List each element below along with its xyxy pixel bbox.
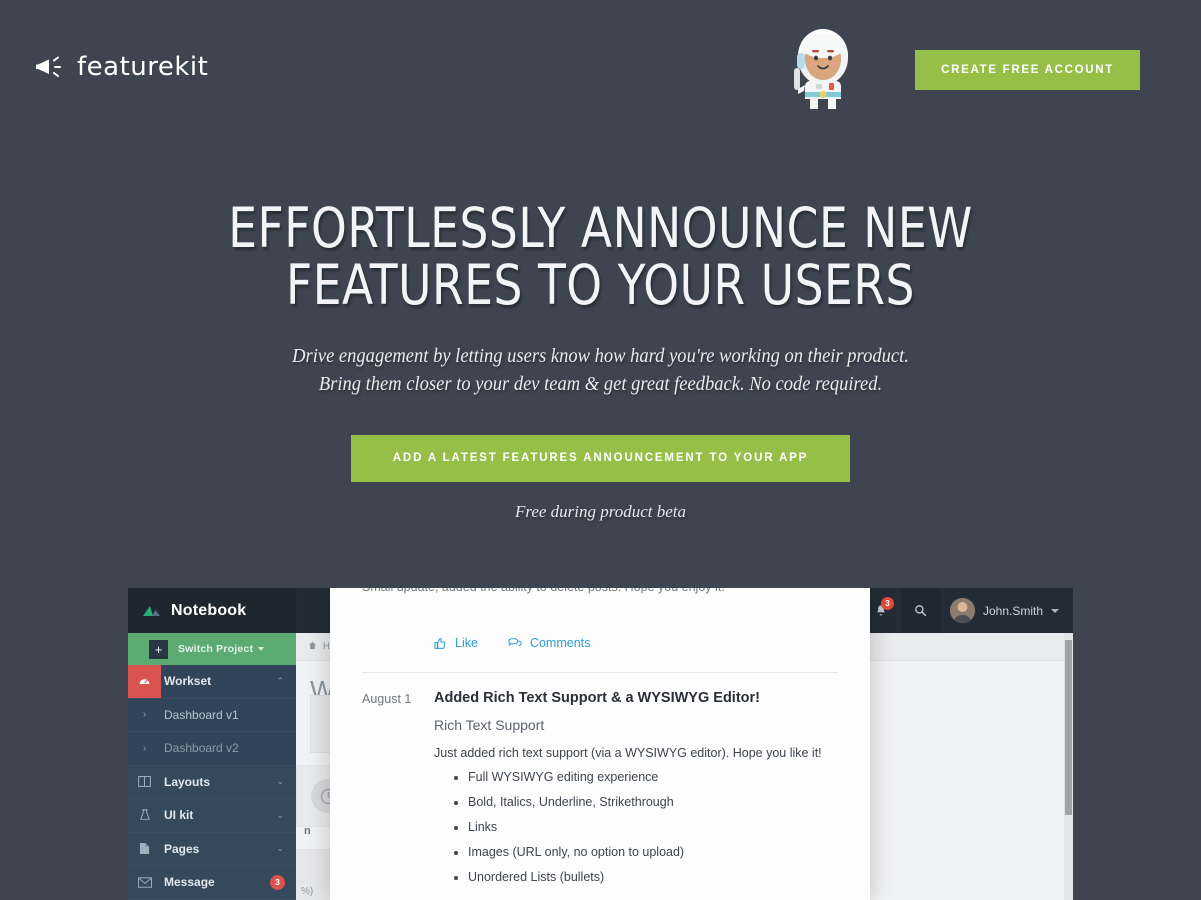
changelog-entry: August 1 Added Rich Text Support & a WYS… xyxy=(362,673,838,895)
changelog-modal-body: Small update, added the ability to delet… xyxy=(330,588,870,895)
sidebar-item-message[interactable]: Message 3 xyxy=(128,866,296,900)
like-label: Like xyxy=(455,636,478,650)
switch-project-bar[interactable]: + Switch Project xyxy=(128,633,296,665)
sidebar-item-workset[interactable]: Workset ⌃ xyxy=(128,664,296,699)
sidebar-item-label: Dashboard v1 xyxy=(164,707,239,722)
sidebar-item-label: Dashboard v2 xyxy=(164,741,239,756)
chevron-down-icon xyxy=(1051,608,1059,613)
search-icon[interactable] xyxy=(900,588,941,633)
notification-badge: 3 xyxy=(880,597,894,610)
sidebar-item-dashboard-v1[interactable]: › Dashboard v1 xyxy=(128,698,296,732)
like-button[interactable]: Like xyxy=(434,636,478,650)
thumbs-up-icon xyxy=(434,637,447,650)
subtitle-line-1: Drive engagement by letting users know h… xyxy=(292,346,909,367)
sidebar-item-label: Layouts xyxy=(164,774,211,789)
notebook-logo-icon xyxy=(142,604,161,618)
sidebar-item-layouts[interactable]: Layouts ⌄ xyxy=(128,765,296,799)
beta-note: Free during product beta xyxy=(514,502,687,521)
add-announcement-button[interactable]: ADD A LATEST FEATURES ANNOUNCEMENT TO YO… xyxy=(350,435,851,482)
entry-title: Added Rich Text Support & a WYSIWYG Edit… xyxy=(434,690,760,706)
sidebar-item-ui-kit[interactable]: UI kit ⌄ xyxy=(128,799,296,833)
brand-name: featurekit xyxy=(77,52,209,82)
hero-section: EFFORTLESSLY ANNOUNCE NEW FEATURES TO YO… xyxy=(0,200,1201,522)
chevron-right-icon: › xyxy=(142,742,147,754)
chevron-down-icon: ⌄ xyxy=(276,843,284,854)
chevron-down-icon: ⌄ xyxy=(276,776,284,787)
chevron-down-icon xyxy=(258,647,265,651)
app-screenshot-mockup: Notebook 3 John.Smith H W n %) + Switch … xyxy=(128,588,1073,900)
entry-paragraph: Just added rich text support (via a WYSI… xyxy=(434,746,822,760)
astronaut-mascot xyxy=(788,28,858,110)
headline-line-1: EFFORTLESSLY ANNOUNCE NEW xyxy=(228,196,973,260)
create-free-account-button[interactable]: CREATE FREE ACCOUNT xyxy=(915,50,1140,90)
app-name: Notebook xyxy=(171,601,247,619)
entry-bullet-list: Full WYSIWYG editing experience Bold, It… xyxy=(434,770,838,885)
dashboard-icon xyxy=(128,664,161,698)
chevron-right-icon: › xyxy=(142,709,147,721)
subtitle-line-2: Bring them closer to your dev team & get… xyxy=(318,374,883,395)
sidebar-item-label: Workset xyxy=(164,674,212,689)
changelog-modal: Small update, added the ability to delet… xyxy=(330,588,870,900)
chevron-down-icon: ⌄ xyxy=(276,809,284,820)
list-item: Full WYSIWYG editing experience xyxy=(468,770,838,785)
site-header: featurekit CREATE FREE ACCOUNT xyxy=(0,0,1201,140)
brand-logo[interactable]: featurekit xyxy=(36,52,208,82)
comments-button[interactable]: Comments xyxy=(508,636,590,650)
breadcrumb-label: H xyxy=(323,641,330,652)
list-item: Unordered Lists (bullets) xyxy=(468,870,838,885)
comment-bubble-icon xyxy=(508,637,522,649)
app-sidebar: + Switch Project Workset ⌃ › Dashboard v… xyxy=(128,633,296,900)
message-badge: 3 xyxy=(270,874,285,890)
page-title: EFFORTLESSLY ANNOUNCE NEW FEATURES TO YO… xyxy=(48,200,1153,314)
user-name: John.Smith xyxy=(982,603,1043,618)
hero-subtitle: Drive engagement by letting users know h… xyxy=(30,343,1171,399)
list-item: Bold, Italics, Underline, Strikethrough xyxy=(468,795,838,810)
sidebar-item-pages[interactable]: Pages ⌄ xyxy=(128,832,296,866)
entry-subtitle: Rich Text Support xyxy=(434,717,545,733)
user-menu[interactable]: John.Smith xyxy=(941,588,1073,633)
home-icon xyxy=(308,641,317,653)
add-project-button[interactable]: + xyxy=(149,639,168,659)
avatar xyxy=(949,598,975,623)
post-actions: Like Comments xyxy=(362,594,838,672)
scrollbar-thumb[interactable] xyxy=(1065,640,1072,815)
entry-date: August 1 xyxy=(362,692,412,706)
list-item: Links xyxy=(468,820,838,835)
megaphone-icon xyxy=(36,56,64,78)
envelope-icon xyxy=(128,866,161,900)
list-item: Images (URL only, no option to upload) xyxy=(468,845,838,860)
flask-icon xyxy=(128,799,161,833)
sidebar-item-dashboard-v2[interactable]: › Dashboard v2 xyxy=(128,732,296,766)
comments-label: Comments xyxy=(529,636,591,650)
chevron-up-icon: ⌃ xyxy=(276,675,284,686)
landing-page: featurekit CREATE FREE ACCOUNT EFFORTLES… xyxy=(0,0,1201,900)
switch-project-label: Switch Project xyxy=(178,643,254,655)
columns-icon xyxy=(128,765,161,799)
file-icon xyxy=(128,832,161,866)
headline-line-2: FEATURES TO YOUR USERS xyxy=(285,253,916,317)
hero-cta-wrapper: ADD A LATEST FEATURES ANNOUNCEMENT TO YO… xyxy=(0,435,1201,482)
sidebar-item-label: Message xyxy=(164,875,215,890)
sidebar-item-label: Pages xyxy=(164,841,200,856)
entry-body: Added Rich Text Support & a WYSIWYG Edit… xyxy=(434,690,838,895)
topbar-actions: 3 John.Smith xyxy=(861,588,1073,633)
sidebar-item-label: UI kit xyxy=(164,808,194,823)
app-brand[interactable]: Notebook xyxy=(128,588,296,633)
